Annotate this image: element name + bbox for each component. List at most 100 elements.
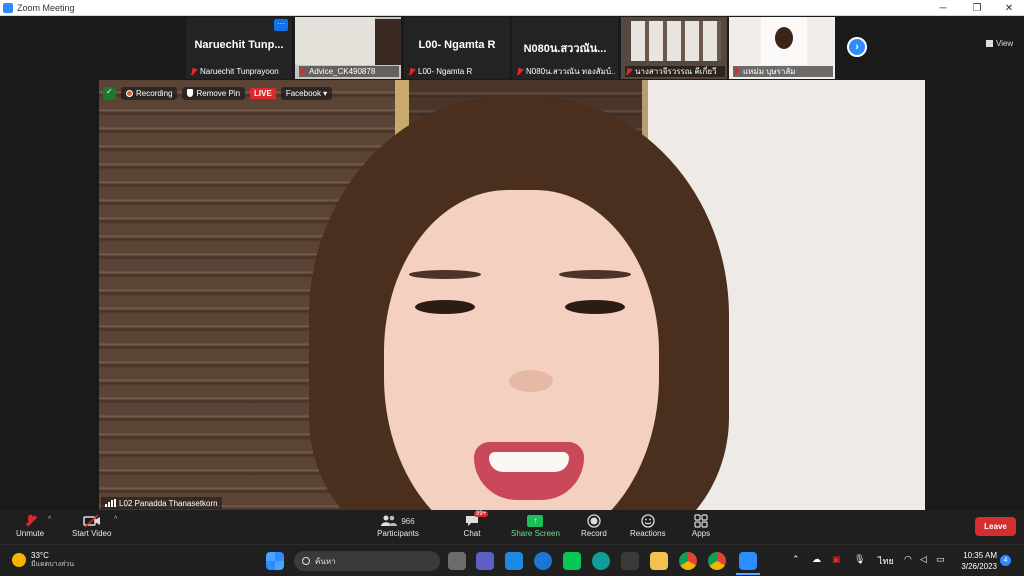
weather-widget[interactable]: 33°C มีแดดบางส่วน [12,551,74,569]
recording-label: Recording [136,88,173,98]
chat-badge: 99+ [474,511,489,517]
reactions-label: Reactions [630,529,666,538]
live-badge[interactable]: LIVE [250,87,276,99]
maximize-button[interactable]: ❐ [960,0,994,16]
participant-strip: Naruechit Tunp... ··· Naruechit Tunprayo… [0,17,1024,79]
zoom-window: Zoom Meeting ─ ❐ ✕ Naruechit Tunp... ···… [0,0,1024,576]
recording-indicator[interactable]: Recording [121,86,178,100]
unmute-button[interactable]: Unmute [16,513,44,538]
close-button[interactable]: ✕ [992,0,1024,16]
edge-browser-icon[interactable] [592,552,610,570]
security-shield-icon[interactable] [103,86,116,100]
stream-label: Facebook ▾ [285,88,328,98]
line-app-icon[interactable] [563,552,581,570]
leave-button[interactable]: Leave [975,517,1016,536]
windows-taskbar: 33°C มีแดดบางส่วน ค้นหา ⌃ ☁ ▣ 🎙︎ ไทย ◠ ◁ … [0,544,1024,576]
next-page-button[interactable]: › [847,37,867,57]
apps-button[interactable]: Apps [691,513,711,538]
view-grid-icon [986,40,993,47]
participants-count: 966 [401,516,415,526]
participant-display-name: Naruechit Tunp... [194,39,284,51]
audio-options-caret[interactable]: ^ [48,516,51,523]
more-options-button[interactable]: ··· [274,19,288,31]
record-icon [584,513,604,529]
search-placeholder: ค้นหา [315,556,336,566]
record-button[interactable]: Record [581,513,607,538]
remove-pin-button[interactable]: Remove Pin [182,86,246,100]
share-screen-button[interactable]: ↑ Share Screen [511,513,560,538]
chrome-profile-icon[interactable] [708,552,726,570]
onedrive-icon[interactable]: ☁ [812,554,821,565]
tray-overflow-icon[interactable]: ⌃ [792,554,800,565]
participant-name: Naruechit Tunprayoon [200,67,279,76]
record-label: Record [581,529,607,538]
participant-thumbnail[interactable]: Naruechit Tunp... ··· Naruechit Tunprayo… [186,17,292,79]
start-menu-icon[interactable] [266,552,284,570]
participant-display-name: N080น.สววณัน... [523,43,607,55]
participant-thumbnail[interactable]: N080น.สววณัน... N080น.สววณัน ทองสัมบ์... [512,17,618,79]
remove-pin-label: Remove Pin [196,88,241,98]
reactions-button[interactable]: Reactions [630,513,666,538]
microphone-icon[interactable]: 🎙︎ [854,554,865,565]
help-icon[interactable] [534,552,552,570]
active-speaker-name: L02 Panadda Thanasetkorn [119,498,218,508]
battery-icon[interactable]: ▭ [936,554,945,565]
zoom-taskbar-icon[interactable] [739,552,757,570]
system-clock[interactable]: 10:35 AM 3/26/2023 [955,550,997,572]
connection-signal-icon [105,499,116,507]
chrome-icon[interactable] [679,552,697,570]
stream-dropdown[interactable]: Facebook ▾ [280,86,333,100]
minimize-button[interactable]: ─ [926,0,960,16]
taskbar-search[interactable]: ค้นหา [294,551,440,571]
participant-thumbnail[interactable]: นางสาวจีรวรรณ คีเกี่ยวี [621,17,727,79]
participant-name: นางสาวจีรวรรณ คีเกี่ยวี [635,67,717,76]
mail-icon[interactable] [505,552,523,570]
teams-chat-icon[interactable] [476,552,494,570]
store-icon[interactable] [621,552,639,570]
speaker-face [415,300,475,314]
notification-badge[interactable]: 4 [1000,555,1011,566]
share-screen-icon: ↑ [525,513,545,529]
chat-icon: 99+ [462,511,489,529]
video-frame [375,19,401,65]
participant-label: นางสาวจีรวรรณ คีเกี่ยวี [625,66,725,77]
search-icon [302,557,310,565]
participant-thumbnail[interactable]: แหม่ม บุษราลัม [729,17,835,79]
task-view-icon[interactable] [448,552,466,570]
language-indicator[interactable]: ไทย [878,554,894,568]
speaker-face [509,370,553,392]
participant-display-name: L00- Ngamta R [418,39,496,51]
wifi-icon[interactable]: ◠ [904,554,912,565]
participants-button[interactable]: 966 Participants [376,513,420,538]
view-button[interactable]: View [986,39,1013,48]
speaker-face [559,270,631,279]
participant-thumbnail[interactable]: L00- Ngamta R L00- Ngamta R [404,17,510,79]
participant-label: Advice_CK490878 [299,66,399,77]
meeting-toolbar: Unmute ^ Start Video ^ 966 Participants … [0,510,1024,544]
participant-name: L00- Ngamta R [418,67,473,76]
chat-button[interactable]: 99+ Chat [462,511,489,538]
volume-icon[interactable]: ◁ [920,554,927,565]
view-label: View [996,39,1014,48]
title-bar: Zoom Meeting ─ ❐ ✕ [0,0,1024,16]
main-video [99,80,925,510]
reactions-icon [638,513,658,529]
video-options-caret[interactable]: ^ [114,516,117,523]
mic-muted-icon [190,67,197,76]
participant-label: L00- Ngamta R [408,66,508,77]
mic-muted-icon [408,67,415,76]
clock-date: 3/26/2023 [961,562,997,571]
mic-muted-icon [20,513,40,529]
share-screen-label: Share Screen [511,529,560,538]
video-frame [775,27,793,49]
pin-icon [187,89,194,97]
tray-app-icon[interactable]: ▣ [832,554,841,565]
sun-icon [12,553,26,567]
start-video-button[interactable]: Start Video [72,513,111,538]
participant-thumbnail[interactable]: Advice_CK490878 [295,17,401,79]
file-explorer-icon[interactable] [650,552,668,570]
active-app-indicator [736,573,760,575]
participant-label: N080น.สววณัน ทองสัมบ์... [516,66,616,77]
speaker-face [489,452,569,472]
chat-label: Chat [463,529,481,538]
